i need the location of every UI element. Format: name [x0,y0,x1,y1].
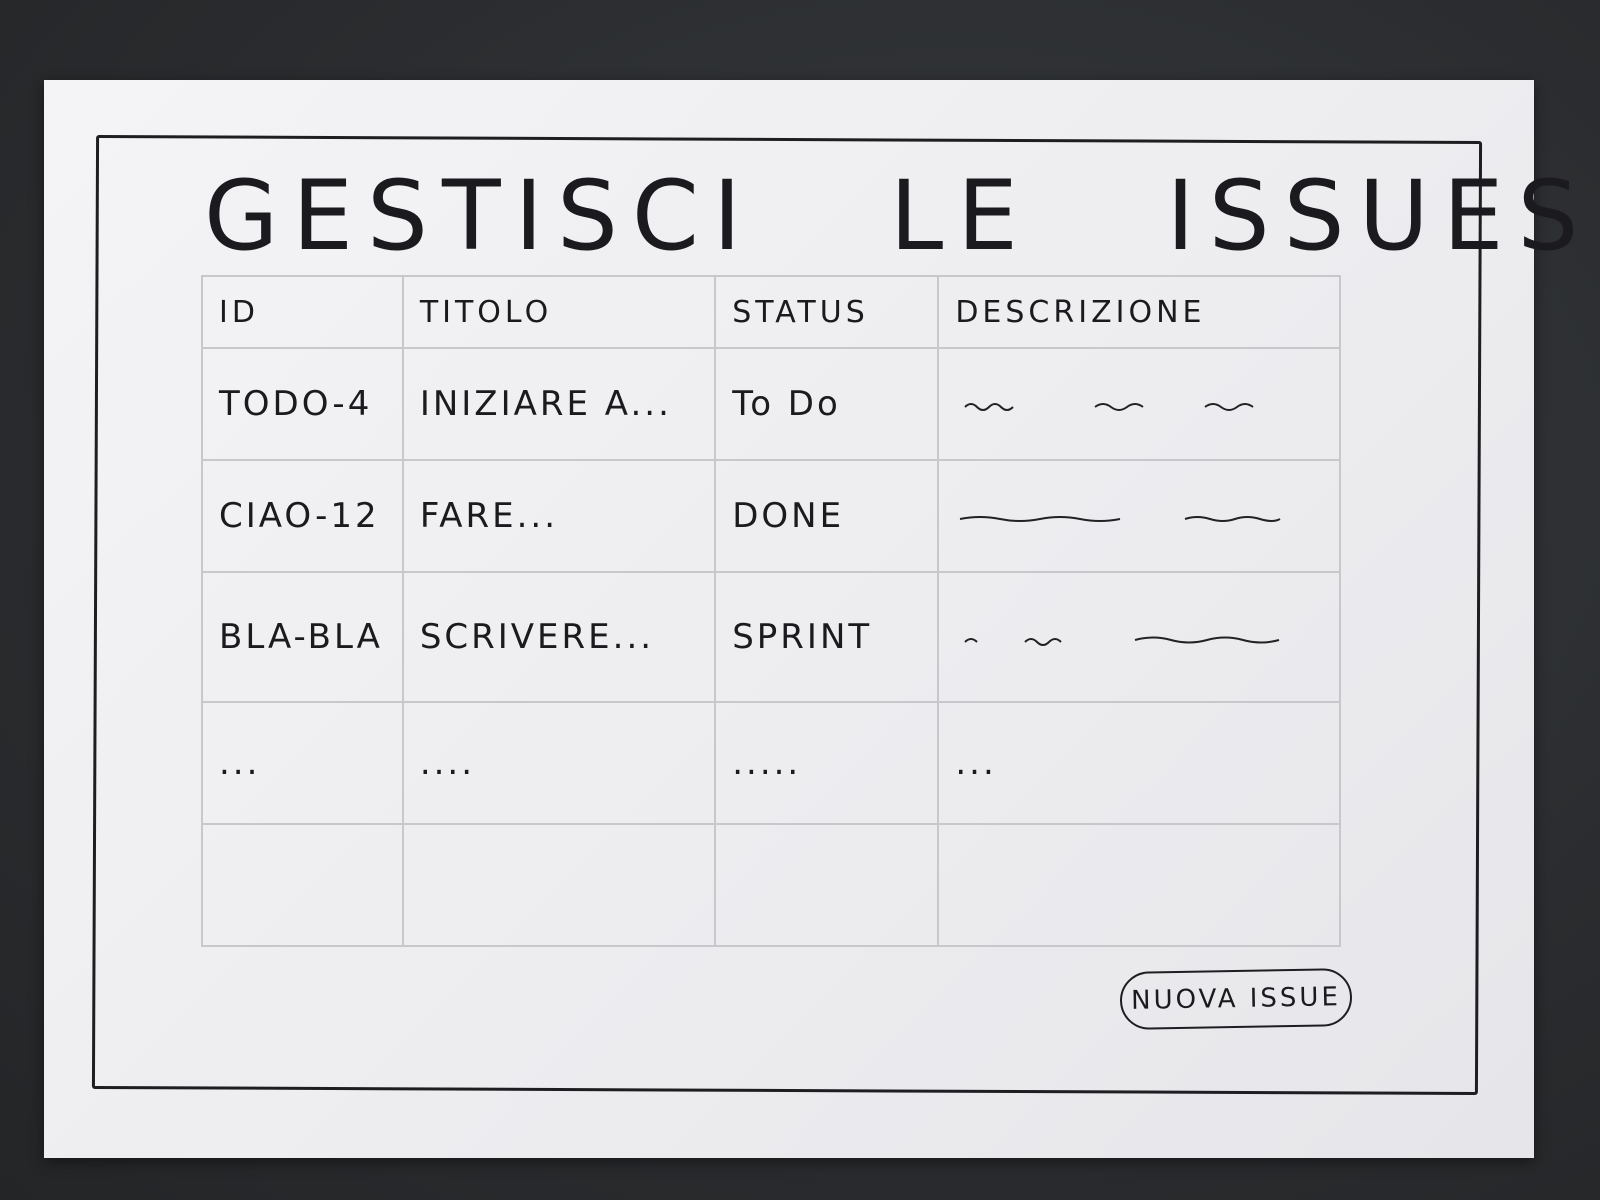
column-header-status[interactable]: STATUS [714,275,940,349]
issue-title-cell[interactable]: FARE... [401,459,717,573]
table-row[interactable]: TODO-4 INIZIARE A... To Do [201,347,1341,461]
issue-status-cell[interactable]: SPRINT [714,571,940,703]
issue-id-cell[interactable]: TODO-4 [201,347,404,461]
paper-sheet: GESTISCI LE ISSUES ID TITOLO STATUS DESC… [44,80,1593,1158]
table-header-row: ID TITOLO STATUS DESCRIZIONE [201,275,1341,349]
empty-cell [401,823,717,947]
placeholder-scribble [964,636,1280,646]
issue-title-cell[interactable]: .... [401,701,717,825]
column-header-descrizione[interactable]: DESCRIZIONE [937,275,1341,349]
issue-description-cell[interactable]: ... [937,701,1341,825]
issue-description-cell[interactable] [937,571,1341,703]
issue-status-cell[interactable]: ..... [714,701,940,825]
table-row-empty [201,823,1341,947]
issue-status-cell[interactable]: To Do [714,347,940,461]
column-header-titolo[interactable]: TITOLO [401,275,717,349]
placeholder-scribble [964,402,1254,411]
new-issue-button[interactable]: NUOVA ISSUE [1119,967,1353,1031]
column-header-id[interactable]: ID [201,275,404,349]
empty-cell [201,823,404,947]
issue-title-cell[interactable]: SCRIVERE... [401,571,717,703]
issue-id-cell[interactable]: BLA-BLA [201,571,404,703]
placeholder-scribble [960,515,1281,522]
table-row[interactable]: CIAO-12 FARE... DONE [201,459,1341,573]
issue-description-cell[interactable] [937,459,1341,573]
issues-table: ID TITOLO STATUS DESCRIZIONE TODO-4 INIZ… [201,275,1341,947]
issue-id-cell[interactable]: CIAO-12 [201,459,404,573]
issue-id-cell[interactable]: ... [201,701,404,825]
table-row[interactable]: ... .... ..... ... [201,701,1341,825]
issue-description-cell[interactable] [937,347,1341,461]
empty-cell [714,823,940,947]
table-row[interactable]: BLA-BLA SCRIVERE... SPRINT [201,571,1341,703]
desk-background: GESTISCI LE ISSUES ID TITOLO STATUS DESC… [0,0,1600,1200]
issue-status-cell[interactable]: DONE [714,459,940,573]
page-title: GESTISCI LE ISSUES [204,160,1593,272]
empty-cell [937,823,1341,947]
issue-title-cell[interactable]: INIZIARE A... [401,347,717,461]
